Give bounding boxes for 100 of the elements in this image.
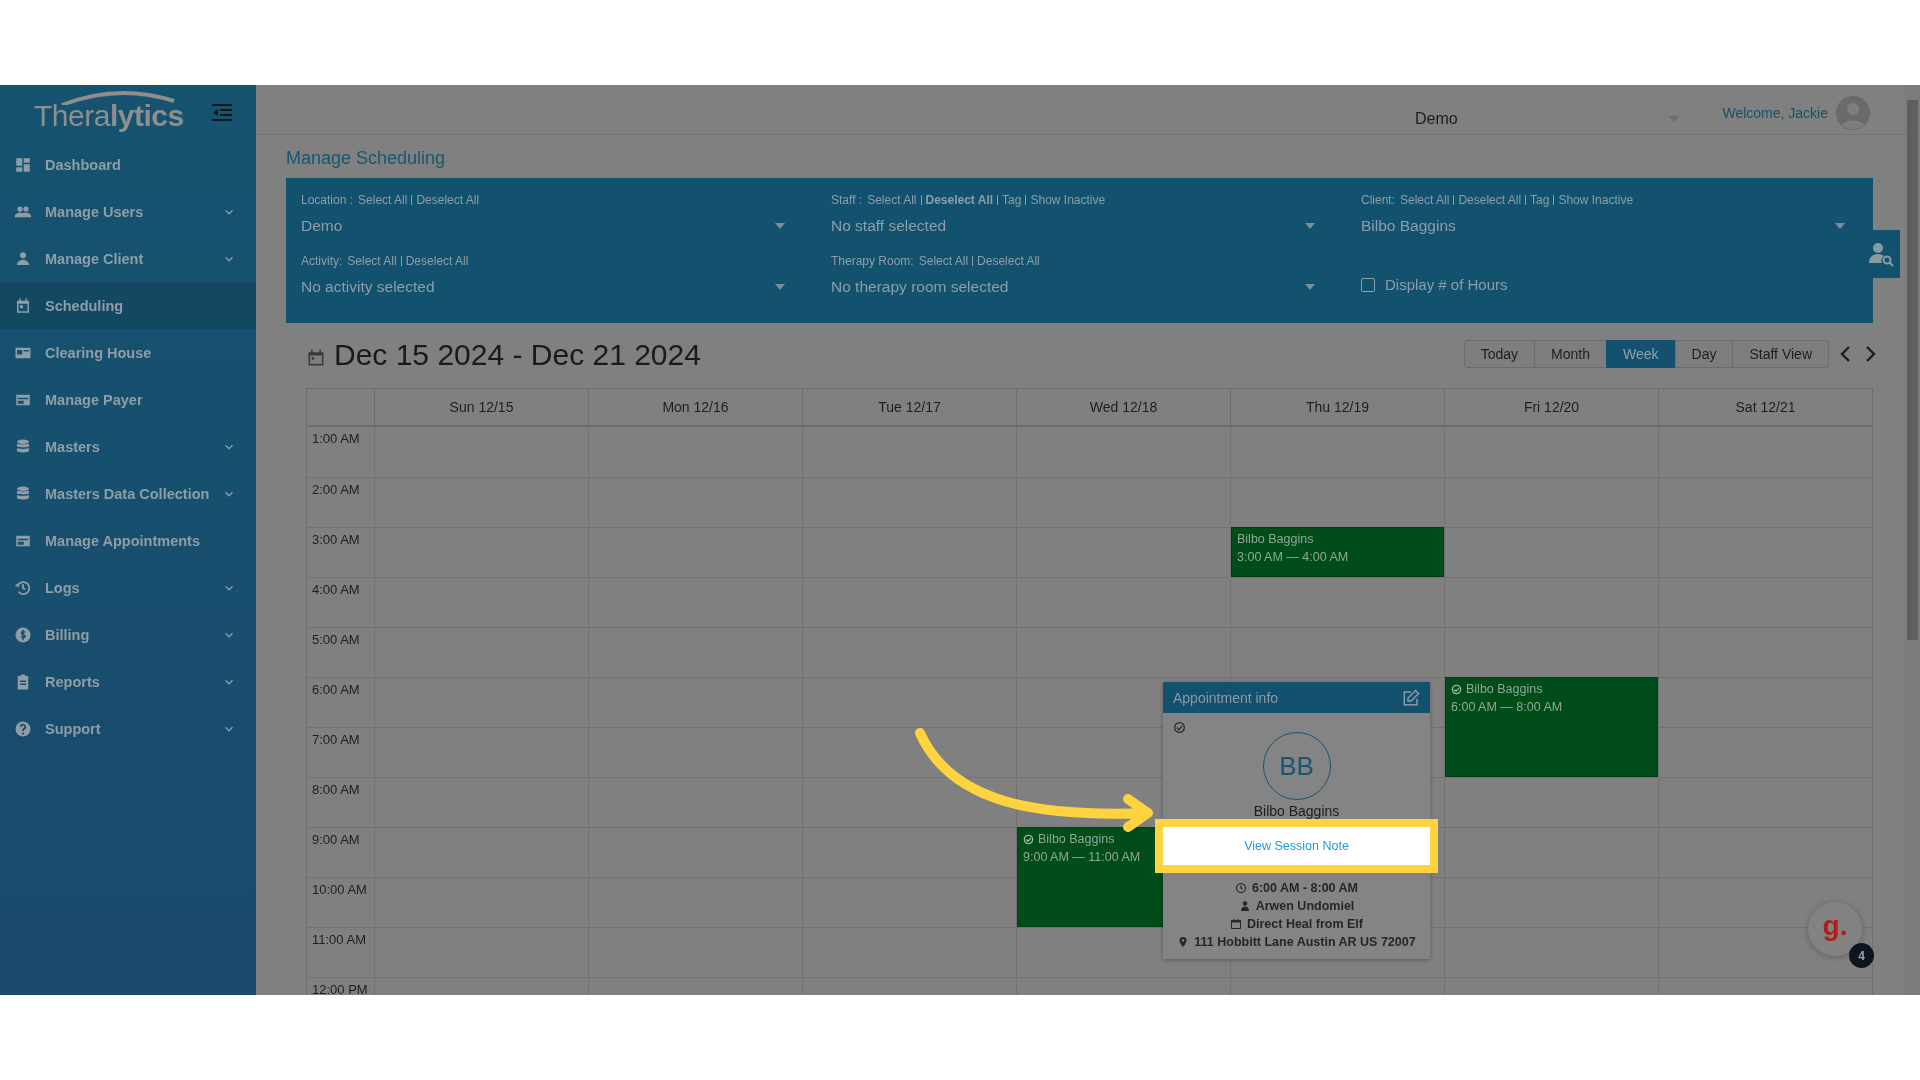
time-label: 1:00 AM: [311, 430, 361, 448]
filter-label: Location :: [301, 193, 354, 207]
caret-icon: [775, 284, 785, 290]
filter-label: Client:: [1361, 193, 1395, 207]
person-icon: [1238, 900, 1251, 912]
dashboard-icon: [14, 155, 32, 174]
client-name: Bilbo Baggins: [1253, 803, 1340, 819]
caret-icon: [1835, 223, 1845, 229]
filter-dropdown[interactable]: No therapy room selected: [831, 273, 1321, 299]
time-label: 3:00 AM: [307, 527, 374, 577]
filter-link[interactable]: Deselect All: [972, 256, 1040, 266]
appointment-time: 6:00 AM — 8:00 AM: [1451, 700, 1564, 714]
filter-label: Staff :: [831, 193, 863, 207]
appointment-detail: Arwen Undomiel: [1255, 899, 1355, 913]
edit-icon[interactable]: [1402, 688, 1420, 707]
filter-link[interactable]: Select All: [867, 193, 917, 207]
filter-link[interactable]: Select All: [347, 254, 397, 268]
filter-dropdown[interactable]: Demo: [301, 212, 791, 238]
sidebar-item[interactable]: Support: [0, 705, 256, 752]
sidebar-item[interactable]: Logs: [0, 564, 256, 611]
sidebar-item[interactable]: Manage Appointments: [0, 517, 256, 564]
filter-link[interactable]: Show Inactive: [1025, 195, 1106, 205]
appointment-detail: 111 Hobbitt Lane Austin AR US 72007: [1194, 935, 1416, 949]
dollar-icon: [14, 625, 32, 644]
day-header: Fri 12/20: [1444, 389, 1658, 425]
calendar-icon: [1230, 918, 1242, 930]
caret-icon: [1305, 284, 1315, 290]
filter-link[interactable]: Deselect All: [1453, 195, 1522, 205]
filter-link[interactable]: Deselect All: [400, 256, 469, 266]
time-label: 10:00 AM: [307, 877, 374, 927]
time-label: 2:00 AM: [307, 477, 374, 527]
appointment-block[interactable]: Bilbo Baggins 6:00 AM — 8:00 AM: [1445, 677, 1658, 777]
location-dropdown[interactable]: Demo: [1415, 109, 1688, 128]
filter-label: Activity:: [301, 254, 343, 268]
day-header: Mon 12/16: [588, 389, 802, 425]
page-title: Manage Scheduling: [286, 148, 447, 169]
welcome-link[interactable]: Welcome, Jackie: [1722, 104, 1828, 121]
sidebar-item[interactable]: Manage Payer: [0, 376, 256, 423]
calendar-icon: [306, 348, 326, 368]
sidebar-item[interactable]: Clearing House: [0, 329, 256, 376]
checkbox[interactable]: [1361, 277, 1375, 292]
time-label: 8:00 AM: [307, 777, 374, 827]
view-tab[interactable]: Today: [1463, 340, 1536, 368]
filter-link[interactable]: Tag: [1525, 195, 1550, 205]
sidebar-item[interactable]: Manage Client: [0, 235, 256, 282]
sidebar-item[interactable]: Manage Users: [0, 188, 256, 235]
popup-title: Appointment info: [1173, 689, 1279, 706]
filter-dropdown[interactable]: No staff selected: [831, 212, 1321, 238]
session-note-link[interactable]: View Session Note: [1155, 819, 1438, 873]
sidebar-item[interactable]: Scheduling: [0, 282, 256, 329]
sidebar-item[interactable]: Masters: [0, 423, 256, 470]
person-icon: [14, 249, 32, 268]
time-label: 9:00 AM: [307, 827, 374, 877]
sidebar-item[interactable]: Billing: [0, 611, 256, 658]
filter-link[interactable]: Select All: [1400, 193, 1450, 207]
view-tab[interactable]: Week: [1606, 340, 1676, 368]
filter-link[interactable]: Deselect All: [920, 195, 994, 205]
appointment-title: Bilbo Baggins: [1466, 682, 1543, 696]
caret-icon: [775, 223, 785, 229]
appointment-detail: 6:00 AM - 8:00 AM: [1251, 881, 1358, 895]
person-search-icon: [1868, 241, 1894, 267]
filter-link[interactable]: Deselect All: [411, 195, 480, 205]
notification-badge: 4: [1849, 943, 1874, 968]
filter-link[interactable]: Select All: [358, 193, 408, 207]
day-header: Sat 12/21: [1658, 389, 1872, 425]
filter-link[interactable]: Tag: [997, 195, 1022, 205]
help-icon: [14, 719, 32, 738]
filter-dropdown[interactable]: Bilbo Baggins: [1361, 212, 1851, 238]
history-icon: [14, 578, 32, 597]
appointment-title: Bilbo Baggins: [1038, 832, 1115, 846]
time-label: 6:00 AM: [307, 677, 374, 727]
date-range: Dec 15 2024 - Dec 21 2024: [334, 340, 701, 370]
view-tab[interactable]: Month: [1534, 340, 1607, 368]
day-header: Sun 12/15: [374, 389, 588, 425]
time-label: 7:00 AM: [307, 727, 374, 777]
filter-link[interactable]: Show Inactive: [1553, 195, 1634, 205]
filter-link[interactable]: Select All: [918, 254, 969, 268]
sidebar-item[interactable]: Masters Data Collection: [0, 470, 256, 517]
day-header: Thu 12/19: [1230, 389, 1444, 425]
time-label: 4:00 AM: [307, 577, 374, 627]
day-header: Tue 12/17: [802, 389, 1016, 425]
time-label: 11:00 AM: [307, 927, 374, 977]
checkbox-label: Display # of Hours: [1385, 276, 1508, 293]
sidebar-item[interactable]: Dashboard: [0, 141, 256, 188]
scrollbar[interactable]: [1905, 85, 1920, 995]
sidebar-item[interactable]: Reports: [0, 658, 256, 705]
day-header: Wed 12/18: [1016, 389, 1230, 425]
appointment-time: 3:00 AM — 4:00 AM: [1237, 550, 1350, 564]
appointment-detail: Direct Heal from Elf: [1247, 917, 1363, 931]
calendar-icon: [14, 296, 32, 315]
menu-icon[interactable]: [212, 104, 232, 122]
view-tab[interactable]: Staff View: [1732, 340, 1829, 368]
filter-dropdown[interactable]: No activity selected: [301, 273, 791, 299]
clock-icon: [1234, 882, 1247, 894]
view-tab[interactable]: Day: [1674, 340, 1734, 368]
appointment-time: 9:00 AM — 11:00 AM: [1023, 850, 1142, 864]
caret-icon: [1305, 223, 1315, 229]
filter-label: Therapy Room:: [831, 254, 914, 268]
appointment-block[interactable]: Bilbo Baggins 3:00 AM — 4:00 AM: [1231, 527, 1444, 577]
appointment-title: Bilbo Baggins: [1237, 532, 1314, 546]
